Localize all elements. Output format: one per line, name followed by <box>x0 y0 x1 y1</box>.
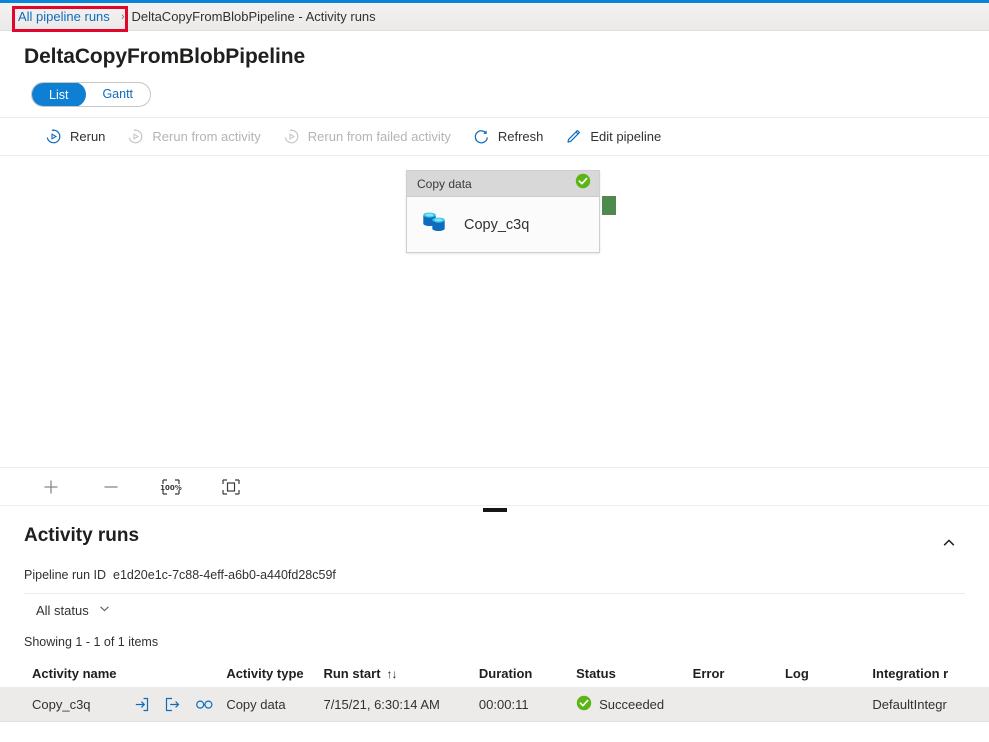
splitter-handle[interactable] <box>482 508 507 512</box>
tab-gantt[interactable]: Gantt <box>85 83 150 106</box>
activity-runs-panel: Activity runs Pipeline run ID e1d20e1c-7… <box>0 514 989 742</box>
activity-node-name: Copy_c3q <box>464 216 530 233</box>
copy-data-icon <box>420 208 450 241</box>
chevron-down-icon <box>98 602 111 620</box>
pencil-icon <box>565 128 582 145</box>
rerun-from-activity-label: Rerun from activity <box>152 129 261 144</box>
page-title: DeltaCopyFromBlobPipeline <box>24 45 306 68</box>
activity-runs-title: Activity runs <box>24 525 140 546</box>
column-header-integration-runtime[interactable]: Integration r <box>872 666 989 681</box>
activity-node-copy-data[interactable]: Copy data Copy_c3q <box>406 170 600 253</box>
zoom-out-icon[interactable] <box>100 476 122 498</box>
column-header-activity-name[interactable]: Activity name <box>32 666 226 681</box>
column-header-log[interactable]: Log <box>785 666 872 681</box>
edit-pipeline-label: Edit pipeline <box>590 129 662 144</box>
activity-node-header: Copy data <box>407 171 599 197</box>
refresh-button[interactable]: Refresh <box>462 118 555 155</box>
row-action-icons <box>133 696 214 713</box>
details-icon[interactable] <box>195 697 214 712</box>
breadcrumb-all-pipeline-runs-link[interactable]: All pipeline runs <box>16 8 112 26</box>
pipeline-canvas[interactable]: Copy data Copy_c3q <box>0 156 989 467</box>
rerun-from-failed-activity-label: Rerun from failed activity <box>307 129 451 144</box>
activity-node-type-label: Copy data <box>417 176 472 191</box>
table-row[interactable]: Copy_c3q Copy data 7/15/21, 6:30:14 AM 0… <box>0 688 989 722</box>
pipeline-run-id-label: Pipeline run ID <box>24 568 106 582</box>
rerun-icon <box>45 128 62 145</box>
cell-activity-name: Copy_c3q <box>32 696 226 713</box>
page-title-container: DeltaCopyFromBlobPipeline <box>0 31 989 69</box>
tab-list[interactable]: List <box>32 83 87 106</box>
rerun-from-failed-activity-icon <box>283 128 300 145</box>
zoom-to-100-icon[interactable]: 100% <box>160 476 182 498</box>
breadcrumb: All pipeline runs › DeltaCopyFromBlobPip… <box>0 3 989 32</box>
column-header-status[interactable]: Status <box>576 666 693 681</box>
pipeline-run-id-value: e1d20e1c-7c88-4eff-a6b0-a440fd28c59f <box>113 568 336 582</box>
column-header-run-start[interactable]: Run start ↑↓ <box>323 666 478 681</box>
filter-bar: All status <box>24 593 965 627</box>
panel-splitter[interactable] <box>0 505 989 514</box>
status-badge-icon <box>576 695 592 714</box>
collapse-panel-button[interactable] <box>933 527 965 559</box>
breadcrumb-separator-icon: › <box>121 10 125 23</box>
breadcrumb-current: DeltaCopyFromBlobPipeline - Activity run… <box>131 8 376 24</box>
cell-status: Succeeded <box>576 695 693 714</box>
rerun-from-activity-icon <box>127 128 144 145</box>
activity-name-text: Copy_c3q <box>32 697 91 712</box>
edit-pipeline-button[interactable]: Edit pipeline <box>554 118 672 155</box>
refresh-label: Refresh <box>497 129 544 144</box>
cell-integration-runtime: DefaultIntegr <box>872 697 947 712</box>
fit-to-screen-icon[interactable] <box>220 476 242 498</box>
canvas-zoom-controls: 100% <box>0 467 989 505</box>
status-filter-dropdown[interactable]: All status <box>32 599 115 623</box>
cell-run-start: 7/15/21, 6:30:14 AM <box>323 697 440 712</box>
view-toggle-container: List Gantt <box>0 69 989 117</box>
table-header-row: Activity name Activity type Run start ↑↓ … <box>0 660 989 688</box>
status-text: Succeeded <box>599 697 665 712</box>
input-icon[interactable] <box>133 696 150 713</box>
pipeline-run-id-row: Pipeline run ID e1d20e1c-7c88-4eff-a6b0-… <box>0 559 989 582</box>
view-toggle[interactable]: List Gantt <box>31 82 152 107</box>
command-bar: Rerun Rerun from activity Rerun from fai… <box>0 117 989 156</box>
success-check-icon <box>575 173 591 194</box>
rerun-from-activity-button[interactable]: Rerun from activity <box>116 118 271 155</box>
activity-runs-header: Activity runs <box>0 514 989 559</box>
chevron-up-icon <box>943 539 955 546</box>
status-filter-label: All status <box>36 603 89 618</box>
column-header-run-start-label: Run start <box>323 666 381 681</box>
refresh-icon <box>473 128 490 145</box>
svg-text:100%: 100% <box>160 484 182 492</box>
column-header-duration[interactable]: Duration <box>479 666 576 681</box>
activity-node-body: Copy_c3q <box>407 197 599 252</box>
activity-node-output-port[interactable] <box>602 196 616 215</box>
showing-count: Showing 1 - 1 of 1 items <box>24 635 159 649</box>
column-header-error[interactable]: Error <box>693 666 785 681</box>
rerun-button[interactable]: Rerun <box>34 118 116 155</box>
activity-runs-table: Activity name Activity type Run start ↑↓ … <box>0 660 989 722</box>
cell-duration: 00:00:11 <box>478 697 529 712</box>
sort-arrows-icon: ↑↓ <box>386 667 398 681</box>
cell-activity-type: Copy data <box>226 697 286 712</box>
rerun-label: Rerun <box>70 129 106 144</box>
output-icon[interactable] <box>164 696 181 713</box>
activity-runs-page: All pipeline runs › DeltaCopyFromBlobPip… <box>0 0 989 742</box>
zoom-in-icon[interactable] <box>40 476 62 498</box>
column-header-activity-type[interactable]: Activity type <box>226 666 323 681</box>
rerun-from-failed-activity-button[interactable]: Rerun from failed activity <box>272 118 462 155</box>
